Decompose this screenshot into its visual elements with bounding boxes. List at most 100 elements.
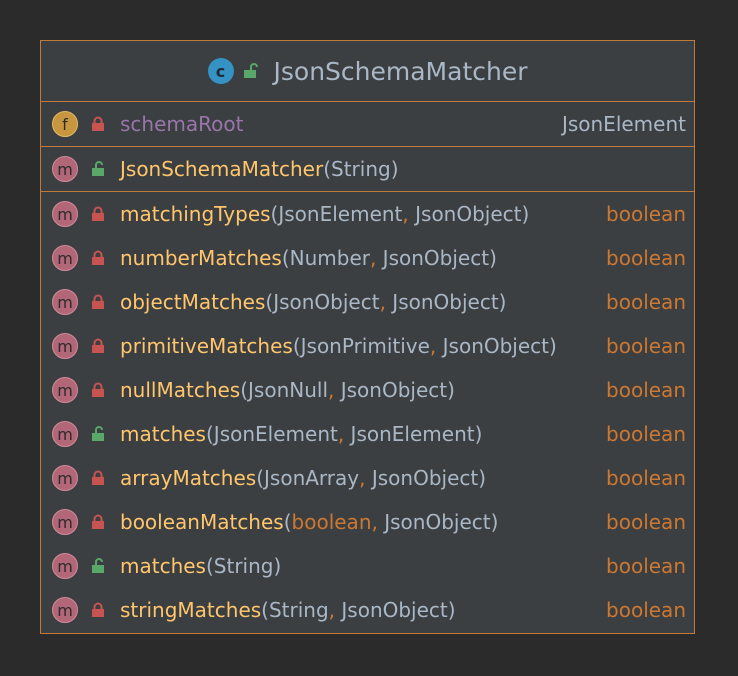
method-icon: m (52, 333, 78, 359)
method-param: JsonElement (278, 202, 403, 226)
method-paren-close: ) (549, 334, 557, 358)
public-lock-icon (90, 161, 106, 177)
method-param: JsonElement (344, 422, 475, 446)
method-param: JsonObject (365, 466, 479, 490)
field-type: JsonElement (561, 112, 686, 136)
method-name: objectMatches (120, 290, 266, 314)
method-name: stringMatches (120, 598, 262, 622)
method-row: m arrayMatches(JsonArray, JsonObject) bool… (41, 456, 694, 500)
fields-section: f schemaRoot JsonElement (41, 102, 694, 147)
method-param: JsonNull (248, 378, 329, 402)
method-return-type: boolean (606, 510, 686, 534)
private-lock-icon (90, 338, 106, 354)
constructor-name: JsonSchemaMatcher (120, 157, 324, 181)
method-name: nullMatches (120, 378, 241, 402)
method-return-type: boolean (606, 290, 686, 314)
method-return-type: boolean (606, 422, 686, 446)
method-icon: m (52, 201, 78, 227)
constructor-params: (String) (323, 157, 399, 181)
method-signature: booleanMatches(boolean, JsonObject) (120, 510, 498, 534)
method-param: JsonObject (376, 246, 490, 270)
class-title: JsonSchemaMatcher (273, 56, 528, 86)
method-paren-close: ) (478, 466, 487, 490)
method-return-type: boolean (606, 466, 686, 490)
private-lock-icon (90, 206, 106, 222)
field-row: f schemaRoot JsonElement (41, 102, 694, 146)
method-signature: matches(String) (120, 554, 281, 578)
method-return-type: boolean (606, 598, 686, 622)
method-paren-close: ) (447, 378, 455, 402)
uml-class-box: c JsonSchemaMatcher f schemaRoot JsonEle… (40, 40, 695, 634)
method-paren-open: ( (281, 246, 290, 270)
method-param: Number (289, 246, 370, 270)
method-name: arrayMatches (120, 466, 257, 490)
method-param: String (268, 598, 329, 622)
method-param: JsonObject (273, 290, 380, 314)
method-return-type: boolean (606, 246, 686, 270)
constructor-row: m JsonSchemaMatcher(String) (41, 147, 694, 191)
method-icon: m (52, 245, 78, 271)
method-icon: m (52, 156, 78, 182)
method-paren-close: ) (490, 510, 499, 534)
method-row: m matches(JsonElement, JsonElement) boolea… (41, 412, 694, 456)
private-lock-icon (90, 514, 106, 530)
method-paren-close: ) (498, 290, 507, 314)
private-lock-icon (90, 116, 106, 132)
method-name: matches (120, 554, 206, 578)
public-lock-icon (90, 558, 106, 574)
method-signature: objectMatches(JsonObject, JsonObject) (120, 290, 506, 314)
method-paren-open: ( (292, 334, 301, 358)
method-row: m stringMatches(String, JsonObject) boolea… (41, 588, 694, 632)
method-paren-close: ) (489, 246, 497, 270)
method-signature: numberMatches(Number, JsonObject) (120, 246, 497, 270)
method-paren-open: ( (261, 598, 269, 622)
method-signature: matches(JsonElement, JsonElement) (120, 422, 482, 446)
public-lock-icon (242, 63, 258, 79)
method-row: m matchingTypes(JsonElement, JsonObject) b… (41, 192, 694, 236)
method-row: m primitiveMatches(JsonPrimitive, JsonObj… (41, 324, 694, 368)
private-lock-icon (90, 250, 106, 266)
method-param: JsonObject (377, 510, 491, 534)
method-paren-close: ) (474, 422, 483, 446)
methods-section: m matchingTypes(JsonElement, JsonObject) b… (41, 192, 694, 632)
method-param: JsonArray (264, 466, 360, 490)
method-signature: arrayMatches(JsonArray, JsonObject) (120, 466, 486, 490)
method-signature: matchingTypes(JsonElement, JsonObject) (120, 202, 529, 226)
method-param: JsonObject (408, 202, 522, 226)
private-lock-icon (90, 602, 106, 618)
method-paren-close: ) (447, 598, 456, 622)
method-return-type: boolean (606, 334, 686, 358)
method-param: JsonElement (213, 422, 338, 446)
method-param: JsonObject (385, 290, 499, 314)
method-paren-close: ) (273, 554, 282, 578)
method-icon: m (52, 289, 78, 315)
private-lock-icon (90, 470, 106, 486)
method-icon: m (52, 421, 78, 447)
method-param: String (213, 554, 274, 578)
method-row: m objectMatches(JsonObject, JsonObject) bo… (41, 280, 694, 324)
constructor-signature: JsonSchemaMatcher(String) (120, 157, 399, 181)
method-name: matchingTypes (120, 202, 271, 226)
method-paren-open: ( (240, 378, 249, 402)
method-return-type: boolean (606, 554, 686, 578)
method-signature: primitiveMatches(JsonPrimitive, JsonObje… (120, 334, 557, 358)
method-row: m numberMatches(Number, JsonObject) boolea… (41, 236, 694, 280)
method-paren-open: ( (205, 422, 214, 446)
method-icon: m (52, 597, 78, 623)
method-icon: m (52, 465, 78, 491)
private-lock-icon (90, 382, 106, 398)
method-paren-open: ( (256, 466, 265, 490)
method-row: m nullMatches(JsonNull, JsonObject) boolea… (41, 368, 694, 412)
method-return-type: boolean (606, 202, 686, 226)
method-param: JsonObject (436, 334, 550, 358)
method-paren-open: ( (205, 554, 214, 578)
method-name: matches (120, 422, 206, 446)
method-paren-open: ( (283, 510, 292, 534)
method-name: primitiveMatches (120, 334, 293, 358)
method-icon: m (52, 553, 78, 579)
method-signature: nullMatches(JsonNull, JsonObject) (120, 378, 455, 402)
constructors-section: m JsonSchemaMatcher(String) (41, 147, 694, 192)
field-icon: f (52, 111, 78, 137)
public-lock-icon (90, 426, 106, 442)
private-lock-icon (90, 294, 106, 310)
